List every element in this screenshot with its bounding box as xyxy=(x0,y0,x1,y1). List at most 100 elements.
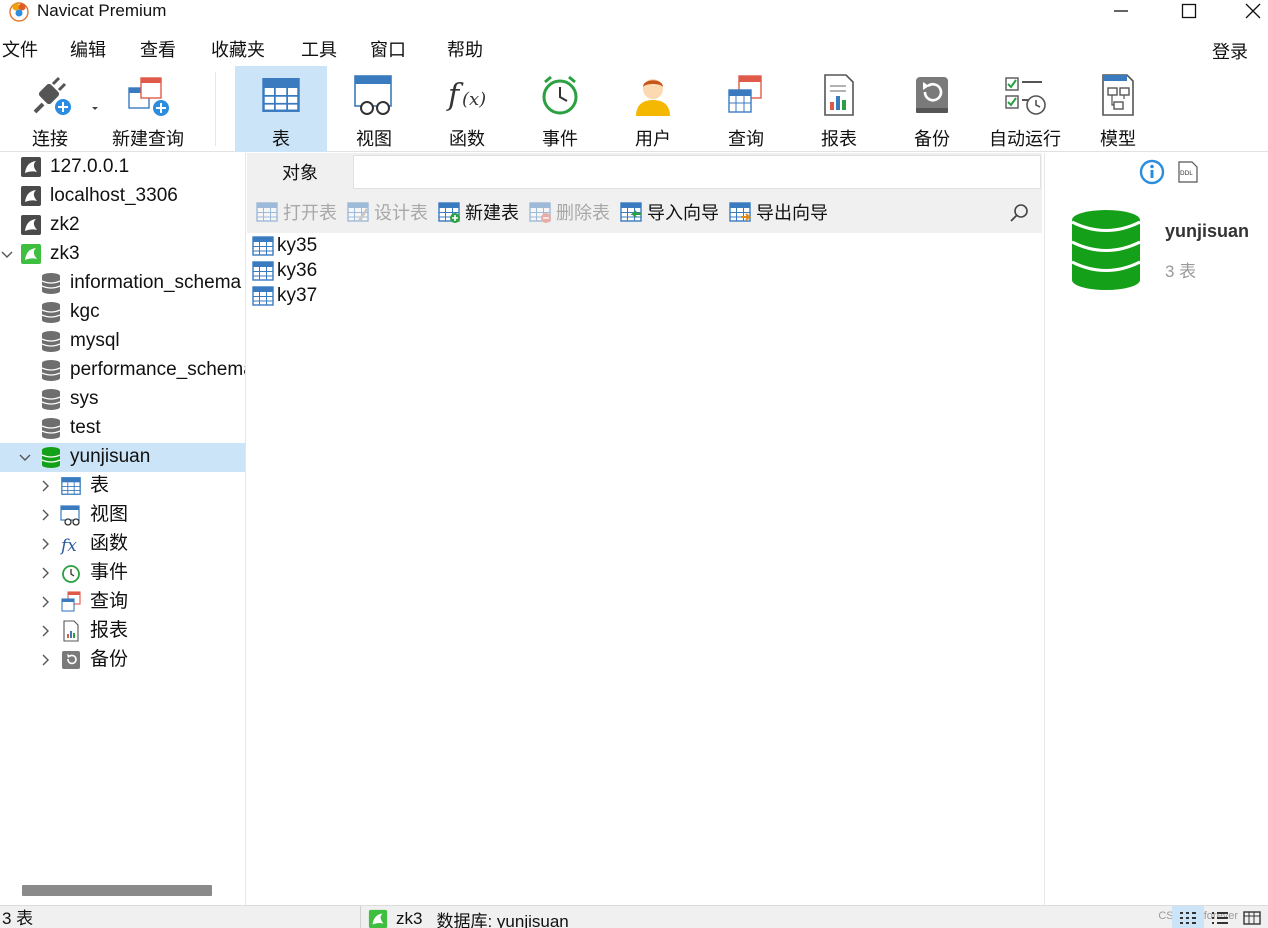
menu-tools[interactable]: 工具 xyxy=(301,38,337,62)
tree-category-reports[interactable]: 报表 xyxy=(0,617,245,646)
tree-category-backups[interactable]: 备份 xyxy=(0,646,245,675)
table-item-ky35[interactable]: ky35 xyxy=(251,233,317,258)
mysql-connection-icon xyxy=(20,185,42,207)
status-connection-name: zk3 xyxy=(396,909,423,928)
tab-backup-button[interactable]: 备份 xyxy=(886,66,978,152)
tree-db-label: mysql xyxy=(70,330,120,351)
menu-favorites[interactable]: 收藏夹 xyxy=(211,38,265,62)
open-table-button[interactable]: 打开表 xyxy=(255,199,337,225)
title-bar: Navicat Premium xyxy=(0,0,1268,32)
tab-report-button[interactable]: 报表 xyxy=(793,66,885,152)
minimize-button[interactable] xyxy=(1098,0,1144,22)
tab-bar: 对象 xyxy=(247,153,1042,191)
chevron-right-icon[interactable] xyxy=(38,479,52,493)
menu-help[interactable]: 帮助 xyxy=(447,38,483,62)
tree-connection-127[interactable]: 127.0.0.1 xyxy=(0,153,245,182)
database-large-icon xyxy=(1071,210,1141,290)
new-query-button[interactable]: 新建查询 xyxy=(100,66,196,152)
tab-function-button[interactable]: f (x) 函数 xyxy=(421,66,513,152)
tree-connection-label: zk3 xyxy=(50,243,80,264)
mysql-connection-active-icon xyxy=(366,909,390,928)
new-table-button[interactable]: 新建表 xyxy=(437,199,519,225)
tree-connection-localhost[interactable]: localhost_3306 xyxy=(0,182,245,211)
view-er-button[interactable] xyxy=(1236,906,1268,928)
tree-category-label: 事件 xyxy=(90,562,129,583)
status-object-count: 3 表 xyxy=(2,909,34,928)
connect-dropdown-icon[interactable] xyxy=(91,106,99,112)
table-item-label: ky37 xyxy=(277,284,318,306)
tree-category-events[interactable]: 事件 xyxy=(0,559,245,588)
tab-objects[interactable]: 对象 xyxy=(247,153,353,191)
tree-category-label: 备份 xyxy=(90,649,129,670)
tree-db-test[interactable]: test xyxy=(0,414,245,443)
chevron-down-icon[interactable] xyxy=(18,450,32,464)
tree-category-tables[interactable]: 表 xyxy=(0,472,245,501)
table-item-ky37[interactable]: ky37 xyxy=(251,283,317,308)
chevron-right-icon[interactable] xyxy=(38,624,52,638)
tree-category-functions[interactable]: fx 函数 xyxy=(0,530,245,559)
automation-label: 自动运行 xyxy=(989,129,1061,149)
clock-icon xyxy=(62,565,80,583)
chevron-right-icon[interactable] xyxy=(38,595,52,609)
tree-db-mysql[interactable]: mysql xyxy=(0,327,245,356)
table-icon xyxy=(251,259,275,283)
menu-file[interactable]: 文件 xyxy=(2,38,38,62)
table-icon xyxy=(251,284,275,308)
export-wizard-button[interactable]: 导出向导 xyxy=(728,199,828,225)
toolbar-separator xyxy=(215,72,216,146)
tree-connection-zk2[interactable]: zk2 xyxy=(0,211,245,240)
tree-db-label: kgc xyxy=(70,301,100,322)
maximize-button[interactable] xyxy=(1166,0,1212,22)
delete-table-button[interactable]: 删除表 xyxy=(528,199,610,225)
menu-window[interactable]: 窗口 xyxy=(370,38,406,62)
tree-category-views[interactable]: 视图 xyxy=(0,501,245,530)
tree-db-information-schema[interactable]: information_schema xyxy=(0,269,245,298)
clock-icon xyxy=(542,75,578,115)
open-table-label: 打开表 xyxy=(283,203,337,223)
tab-model-button[interactable]: 模型 xyxy=(1072,66,1164,152)
connect-button[interactable]: 连接 xyxy=(4,66,96,152)
report-icon xyxy=(824,74,854,116)
menu-edit[interactable]: 编辑 xyxy=(70,38,106,62)
tree-db-kgc[interactable]: kgc xyxy=(0,298,245,327)
backup-icon xyxy=(62,651,80,669)
tab-user-button[interactable]: 用户 xyxy=(607,66,699,152)
user-icon xyxy=(636,79,670,116)
search-icon[interactable] xyxy=(1008,202,1030,224)
close-button[interactable] xyxy=(1238,0,1268,22)
view-detail-button[interactable] xyxy=(1204,906,1236,928)
tab-table-button[interactable]: 表 xyxy=(235,66,327,152)
tree-db-label: performance_schema xyxy=(70,359,246,380)
chevron-down-icon[interactable] xyxy=(0,247,14,261)
design-table-button[interactable]: 设计表 xyxy=(346,199,428,225)
table-icon xyxy=(60,475,82,497)
tab-automation-button[interactable]: 自动运行 xyxy=(979,66,1071,152)
tree-db-performance-schema[interactable]: performance_schema xyxy=(0,356,246,385)
tab-query-button[interactable]: 查询 xyxy=(700,66,792,152)
view-list-button[interactable] xyxy=(1172,906,1204,928)
import-wizard-button[interactable]: 导入向导 xyxy=(619,199,719,225)
chevron-right-icon[interactable] xyxy=(38,653,52,667)
chevron-right-icon[interactable] xyxy=(38,508,52,522)
table-item-ky36[interactable]: ky36 xyxy=(251,258,317,283)
menu-view[interactable]: 查看 xyxy=(140,38,176,62)
login-button[interactable]: 登录 xyxy=(1212,40,1248,64)
tree-db-sys[interactable]: sys xyxy=(0,385,245,414)
chevron-right-icon[interactable] xyxy=(38,537,52,551)
window-title: Navicat Premium xyxy=(37,1,167,20)
new-query-label: 新建查询 xyxy=(112,129,184,149)
export-icon xyxy=(728,200,752,224)
design-table-icon xyxy=(346,200,370,222)
info-icon[interactable] xyxy=(1139,159,1165,185)
object-list: ky35 ky36 ky37 xyxy=(247,233,1042,905)
report-label: 报表 xyxy=(821,129,857,149)
ddl-icon[interactable]: DDL xyxy=(1177,161,1199,183)
tree-category-queries[interactable]: 查询 xyxy=(0,588,245,617)
tree-db-yunjisuan[interactable]: yunjisuan xyxy=(0,443,245,472)
tab-view-button[interactable]: 视图 xyxy=(328,66,420,152)
tree-connection-zk3[interactable]: zk3 xyxy=(0,240,245,269)
tree-horizontal-scrollbar[interactable] xyxy=(22,885,212,896)
tab-event-button[interactable]: 事件 xyxy=(514,66,606,152)
detail-table-count: 3 表 xyxy=(1165,262,1197,281)
chevron-right-icon[interactable] xyxy=(38,566,52,580)
